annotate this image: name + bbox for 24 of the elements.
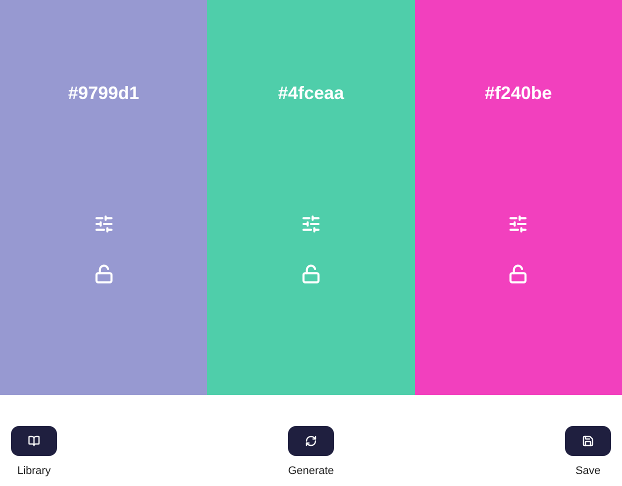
adjust-button[interactable] xyxy=(300,214,321,234)
save-button[interactable] xyxy=(565,426,611,456)
hex-code: #4fceaa xyxy=(278,82,344,105)
sliders-icon xyxy=(508,214,528,234)
lock-button[interactable] xyxy=(94,264,114,284)
unlock-icon xyxy=(94,264,114,284)
sliders-icon xyxy=(300,214,321,234)
hex-code: #9799d1 xyxy=(68,82,140,105)
unlock-icon xyxy=(508,264,528,284)
book-icon xyxy=(28,435,40,447)
unlock-icon xyxy=(300,264,321,284)
save-icon xyxy=(582,435,594,447)
button-label: Generate xyxy=(288,464,334,479)
button-label: Library xyxy=(17,464,51,479)
library-button[interactable] xyxy=(11,426,57,456)
adjust-button[interactable] xyxy=(508,214,528,234)
generate-button[interactable] xyxy=(288,426,334,456)
lock-button[interactable] xyxy=(508,264,528,284)
refresh-icon xyxy=(305,435,317,447)
button-label: Save xyxy=(575,464,601,479)
adjust-button[interactable] xyxy=(94,214,114,234)
lock-button[interactable] xyxy=(300,264,321,284)
sliders-icon xyxy=(94,214,114,234)
hex-code: #f240be xyxy=(484,82,552,105)
